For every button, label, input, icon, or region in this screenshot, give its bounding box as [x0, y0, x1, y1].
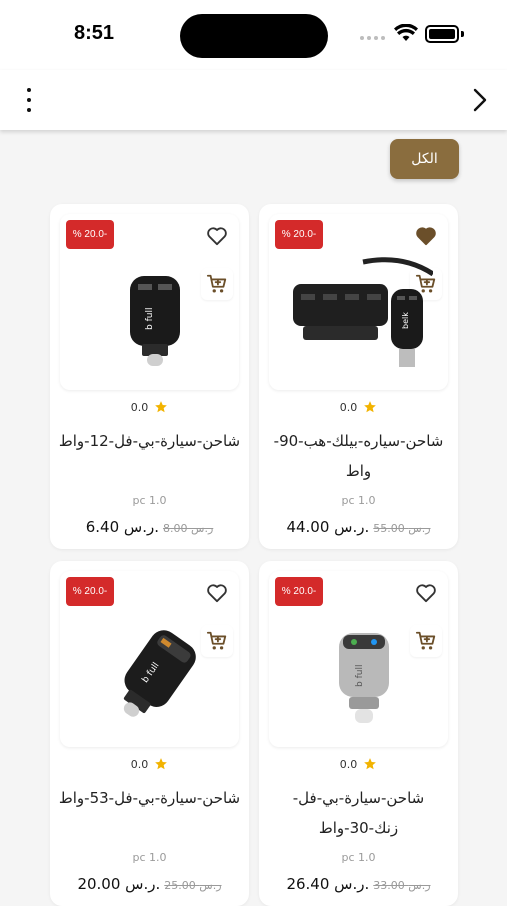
product-old-price: 55.00 ر.س [373, 522, 431, 535]
discount-badge: % 20.0- [66, 577, 114, 606]
status-time: 8:51 [74, 22, 115, 44]
product-unit: pc 1.0 [341, 851, 376, 864]
product-card[interactable]: % 20.0- b full 0.0 شاحن-سيارة-بي-فل-زنك-… [259, 561, 458, 906]
svg-text:belk: belk [401, 312, 410, 329]
product-name[interactable]: شاحن-سيارة-بي-فل-12-واط [58, 426, 241, 456]
product-old-price: 33.00 ر.س [373, 879, 431, 892]
price-row: 26.40 ر.س. 33.00 ر.س [259, 875, 458, 893]
product-unit: pc 1.0 [132, 851, 167, 864]
product-card[interactable]: % 20.0- b full 0.0 شاحن-سيارة-بي-فل-53-و… [50, 561, 249, 906]
dynamic-island [180, 14, 328, 58]
product-name[interactable]: شاحن-سيارة-بي-فل-زنك-30-واط [267, 783, 450, 843]
rating: 0.0 [50, 400, 249, 414]
heart-icon[interactable] [203, 579, 231, 607]
product-name[interactable]: شاحن-سياره-بيلك-هب-90-واط [267, 426, 450, 486]
wifi-icon [394, 24, 418, 41]
product-image-box[interactable]: % 20.0- b full [60, 571, 239, 747]
app-bar [0, 70, 507, 130]
product-name[interactable]: شاحن-سيارة-بي-فل-53-واط [58, 783, 241, 813]
hub-charger-image: belk [283, 244, 443, 367]
star-icon [363, 400, 377, 414]
black-charger-image: b full [100, 621, 210, 731]
product-old-price: 8.00 ر.س [163, 522, 214, 535]
filter-all-button[interactable]: الكل [390, 139, 459, 179]
heart-icon[interactable] [412, 579, 440, 607]
price-row: 20.00 ر.س. 25.00 ر.س [50, 875, 249, 893]
product-card[interactable]: % 20.0- belk 0.0 شاحن-سياره-بيلك-هب-90-و… [259, 204, 458, 549]
product-unit: pc 1.0 [341, 494, 376, 507]
rating: 0.0 [259, 400, 458, 414]
heart-icon[interactable] [203, 222, 231, 250]
product-price: 44.00 ر.س. [286, 518, 370, 536]
rating: 0.0 [259, 757, 458, 771]
signal-icon [360, 36, 385, 40]
product-card[interactable]: % 20.0- b full 0.0 شاحن-سيارة-بي-فل-12-و… [50, 204, 249, 549]
product-image-box[interactable]: % 20.0- belk [269, 214, 448, 390]
more-options-icon[interactable] [22, 88, 36, 112]
product-unit: pc 1.0 [132, 494, 167, 507]
rating-value: 0.0 [339, 757, 358, 771]
price-row: 6.40 ر.س. 8.00 ر.س [50, 518, 249, 536]
rating-value: 0.0 [339, 400, 358, 414]
star-icon [154, 400, 168, 414]
product-old-price: 25.00 ر.س [164, 879, 222, 892]
status-bar: 8:51 [0, 0, 507, 70]
star-icon [363, 757, 377, 771]
silver-charger-image: b full [309, 621, 419, 731]
price-row: 44.00 ر.س. 55.00 ر.س [259, 518, 458, 536]
product-image-box[interactable]: % 20.0- b full [269, 571, 448, 747]
product-price: 6.40 ر.س. [85, 518, 160, 536]
discount-badge: % 20.0- [66, 220, 114, 249]
product-image-box[interactable]: % 20.0- b full [60, 214, 239, 390]
battery-tip [461, 31, 464, 37]
car-charger-image: b full [100, 264, 210, 374]
star-icon [154, 757, 168, 771]
rating-value: 0.0 [130, 400, 149, 414]
chevron-right-icon[interactable] [470, 87, 490, 113]
svg-text:b full: b full [145, 308, 155, 330]
rating: 0.0 [50, 757, 249, 771]
discount-badge: % 20.0- [275, 577, 323, 606]
product-price: 20.00 ر.س. [77, 875, 161, 893]
svg-text:b full: b full [355, 665, 365, 687]
rating-value: 0.0 [130, 757, 149, 771]
product-price: 26.40 ر.س. [286, 875, 370, 893]
battery-icon [425, 25, 459, 43]
